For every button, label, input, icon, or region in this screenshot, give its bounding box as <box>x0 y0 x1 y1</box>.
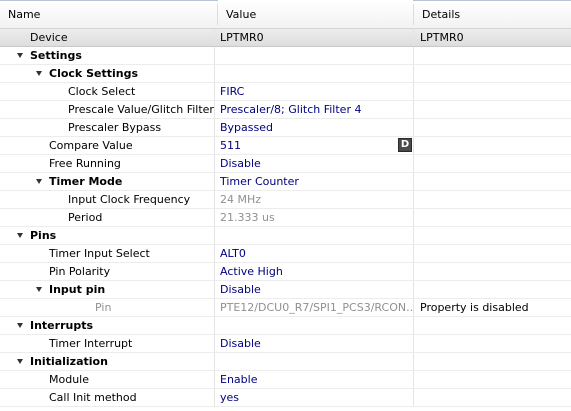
property-details <box>414 85 420 98</box>
column-header-name[interactable]: Name <box>0 1 218 28</box>
property-value[interactable]: Active High <box>215 265 283 278</box>
property-name: Input Clock Frequency <box>68 193 191 206</box>
property-details <box>414 391 420 404</box>
property-name: Interrupts <box>30 319 94 332</box>
property-value: LPTMR0 <box>220 31 264 44</box>
property-name: Pin <box>95 301 112 314</box>
table-row-pin[interactable]: Pin PTE12/DCU0_R7/SPI1_PCS3/RCON... Prop… <box>0 299 571 317</box>
expand-triangle-icon[interactable] <box>36 71 42 76</box>
table-row-interrupts[interactable]: Interrupts <box>0 317 571 335</box>
column-header-details[interactable]: Details <box>414 1 571 28</box>
table-row-module[interactable]: Module Enable <box>0 371 571 389</box>
property-details <box>414 49 420 62</box>
property-details <box>414 157 420 170</box>
property-details: Property is disabled <box>420 301 529 314</box>
table-row-settings[interactable]: Settings <box>0 47 571 65</box>
expand-triangle-icon[interactable] <box>17 233 23 238</box>
property-value[interactable]: yes <box>215 391 239 404</box>
property-value[interactable]: Disable <box>215 157 261 170</box>
table-row-prescale-value[interactable]: Prescale Value/Glitch Filter Prescaler/8… <box>0 101 571 119</box>
property-name: Device <box>30 31 68 44</box>
table-row-call-init-method[interactable]: Call Init method yes <box>0 389 571 407</box>
property-table: Device LPTMR0 LPTMR0 Settings Clock Sett… <box>0 29 571 407</box>
table-row-input-pin[interactable]: Input pin Disable <box>0 281 571 299</box>
d-button[interactable]: D <box>398 138 412 152</box>
property-details <box>414 103 420 116</box>
property-value: 21.333 us <box>220 211 275 224</box>
property-value: 24 MHz <box>220 193 262 206</box>
property-details <box>414 337 420 350</box>
property-name: Settings <box>30 49 82 62</box>
property-details <box>414 211 420 224</box>
property-details <box>414 67 420 80</box>
property-details <box>414 283 420 296</box>
property-value[interactable]: ALT0 <box>215 247 246 260</box>
property-value[interactable]: 511 <box>215 139 241 152</box>
table-header: Name Value Details <box>0 1 571 29</box>
property-details <box>414 193 420 206</box>
property-name: Compare Value <box>49 139 133 152</box>
table-row-input-clock-frequency[interactable]: Input Clock Frequency 24 MHz <box>0 191 571 209</box>
property-name: Module <box>49 373 89 386</box>
table-row-clock-select[interactable]: Clock Select FIRC <box>0 83 571 101</box>
property-name: Clock Settings <box>49 67 138 80</box>
table-row-pin-polarity[interactable]: Pin Polarity Active High <box>0 263 571 281</box>
property-value <box>215 49 220 62</box>
property-name: Timer Mode <box>49 175 123 188</box>
property-details <box>414 139 420 152</box>
table-row-compare-value[interactable]: Compare Value 511 D <box>0 137 571 155</box>
property-value: PTE12/DCU0_R7/SPI1_PCS3/RCON... <box>220 301 414 314</box>
property-name: Initialization <box>30 355 108 368</box>
property-details <box>414 247 420 260</box>
property-value[interactable]: Enable <box>215 373 257 386</box>
property-name: Timer Input Select <box>49 247 150 260</box>
table-row-pins[interactable]: Pins <box>0 227 571 245</box>
property-details <box>414 265 420 278</box>
property-value[interactable]: Disable <box>215 283 261 296</box>
table-row-initialization[interactable]: Initialization <box>0 353 571 371</box>
property-value <box>215 229 220 242</box>
table-row-clock-settings[interactable]: Clock Settings <box>0 65 571 83</box>
property-value[interactable]: Timer Counter <box>215 175 299 188</box>
property-details <box>414 121 420 134</box>
expand-triangle-icon[interactable] <box>17 53 23 58</box>
table-row-device[interactable]: Device LPTMR0 LPTMR0 <box>0 29 571 47</box>
table-row-prescaler-bypass[interactable]: Prescaler Bypass Bypassed <box>0 119 571 137</box>
property-details <box>414 175 420 188</box>
property-name: Period <box>68 211 103 224</box>
property-name: Prescale Value/Glitch Filter <box>68 103 214 116</box>
property-value[interactable]: Bypassed <box>215 121 273 134</box>
property-name: Timer Interrupt <box>49 337 133 350</box>
property-value[interactable]: FIRC <box>215 85 244 98</box>
property-name: Call Init method <box>49 391 137 404</box>
property-name: Input pin <box>49 283 106 296</box>
property-name: Pins <box>30 229 57 242</box>
property-value <box>215 355 220 368</box>
table-row-timer-interrupt[interactable]: Timer Interrupt Disable <box>0 335 571 353</box>
expand-triangle-icon[interactable] <box>36 179 42 184</box>
expand-triangle-icon[interactable] <box>36 287 42 292</box>
table-row-free-running[interactable]: Free Running Disable <box>0 155 571 173</box>
property-value <box>215 319 220 332</box>
column-header-value[interactable]: Value <box>218 1 414 28</box>
property-name: Clock Select <box>68 85 136 98</box>
expand-triangle-icon[interactable] <box>17 359 23 364</box>
expand-triangle-icon[interactable] <box>17 323 23 328</box>
property-name: Free Running <box>49 157 121 170</box>
property-value <box>215 67 220 80</box>
property-value[interactable]: Disable <box>215 337 261 350</box>
property-details: LPTMR0 <box>420 31 464 44</box>
property-details <box>414 355 420 368</box>
property-name: Pin Polarity <box>49 265 111 278</box>
property-name: Prescaler Bypass <box>68 121 162 134</box>
property-details <box>414 373 420 386</box>
property-details <box>414 229 420 242</box>
table-row-period[interactable]: Period 21.333 us <box>0 209 571 227</box>
table-row-timer-mode[interactable]: Timer Mode Timer Counter <box>0 173 571 191</box>
property-details <box>414 319 420 332</box>
table-row-timer-input-select[interactable]: Timer Input Select ALT0 <box>0 245 571 263</box>
property-value[interactable]: Prescaler/8; Glitch Filter 4 <box>215 103 361 116</box>
